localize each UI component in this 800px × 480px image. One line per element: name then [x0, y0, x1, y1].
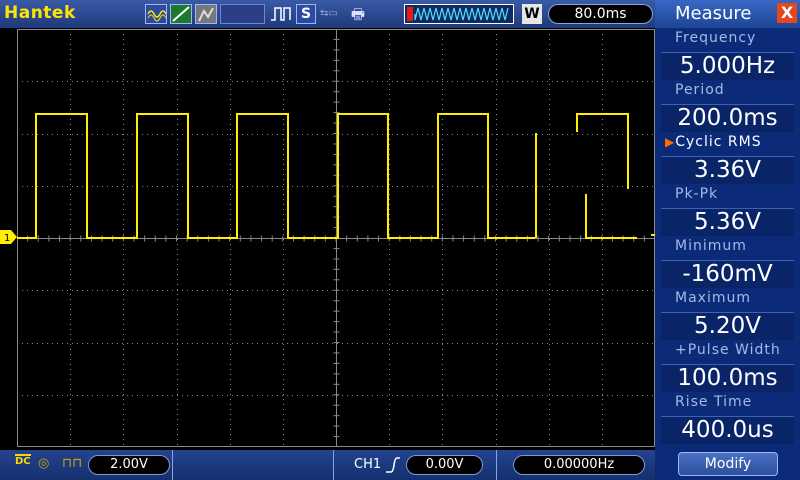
trigger-frequency: 0.00000Hz: [513, 455, 645, 475]
timebase-window-icon[interactable]: [404, 4, 514, 24]
measure-value-maximum[interactable]: 5.20V: [661, 312, 794, 340]
channel1-marker-icon[interactable]: 1: [0, 230, 17, 244]
divider: [333, 450, 334, 480]
measure-label-maximum: Maximum: [675, 290, 751, 306]
measure-label-pk-pk: Pk-Pk: [675, 186, 719, 202]
pulse-icon[interactable]: [270, 4, 292, 24]
top-toolbar: Hantek S ⇆▭ 🖶 W 80.0ms: [0, 0, 655, 28]
measure-label-minimum: Minimum: [675, 238, 747, 254]
modify-button[interactable]: Modify: [678, 452, 778, 476]
measure-label-pulse-width: +Pulse Width: [675, 342, 781, 358]
selection-arrow-icon: ▶: [665, 135, 676, 149]
measure-value-pk-pk[interactable]: 5.36V: [661, 208, 794, 236]
panel-title: Measure: [675, 3, 752, 24]
graticule: [17, 29, 655, 447]
grayscale-icon[interactable]: [195, 4, 217, 24]
ramp-icon[interactable]: [170, 4, 192, 24]
w-icon[interactable]: W: [522, 4, 542, 24]
usb-icon[interactable]: ⇆▭: [320, 4, 342, 24]
measure-value-period[interactable]: 200.0ms: [661, 104, 794, 132]
svg-text:1: 1: [4, 233, 10, 244]
dc-coupling-icon[interactable]: DC: [15, 454, 31, 467]
measure-value-frequency[interactable]: 5.000Hz: [661, 52, 794, 80]
trigger-level[interactable]: 0.00V: [406, 455, 483, 475]
brand-logo: Hantek: [4, 3, 76, 23]
bottom-status-bar: DC ◎ ⊓⊓ 2.00V CH1 0.00V 0.00000Hz: [0, 450, 655, 480]
ch1-trace: [585, 194, 637, 239]
blank-slot: [220, 4, 265, 24]
measure-value-pulse-width[interactable]: 100.0ms: [661, 364, 794, 392]
divider: [496, 450, 497, 480]
panel-header: Measure X: [655, 0, 800, 28]
s-icon[interactable]: S: [296, 4, 316, 24]
measure-panel: Measure X Frequency 5.000Hz Period 200.0…: [655, 0, 800, 480]
waveform-screen[interactable]: [17, 29, 655, 447]
trigger-source[interactable]: CH1: [354, 457, 381, 472]
ch1-trace: [576, 113, 629, 189]
timebase-readout[interactable]: 80.0ms: [548, 4, 653, 24]
waveform-icon[interactable]: [145, 4, 167, 24]
ch1-volts-div[interactable]: 2.00V: [88, 455, 170, 475]
measure-value-rise-time[interactable]: 400.0us: [661, 416, 794, 444]
bandwidth-icon[interactable]: ⊓⊓: [62, 456, 82, 471]
measure-label-period: Period: [675, 82, 725, 98]
measure-label-frequency: Frequency: [675, 30, 757, 46]
rising-edge-icon[interactable]: [385, 456, 401, 474]
measure-label-rise-time: Rise Time: [675, 394, 753, 410]
measure-value-minimum[interactable]: -160mV: [661, 260, 794, 288]
save-icon[interactable]: 🖶: [347, 4, 369, 24]
measure-label-cyclic-rms: ▶Cyclic RMS: [665, 134, 762, 150]
close-button[interactable]: X: [777, 3, 797, 23]
measure-value-cyclic-rms[interactable]: 3.36V: [661, 156, 794, 184]
probe-icon[interactable]: ◎: [38, 456, 49, 471]
divider: [172, 450, 173, 480]
ch1-trace: [17, 113, 535, 239]
